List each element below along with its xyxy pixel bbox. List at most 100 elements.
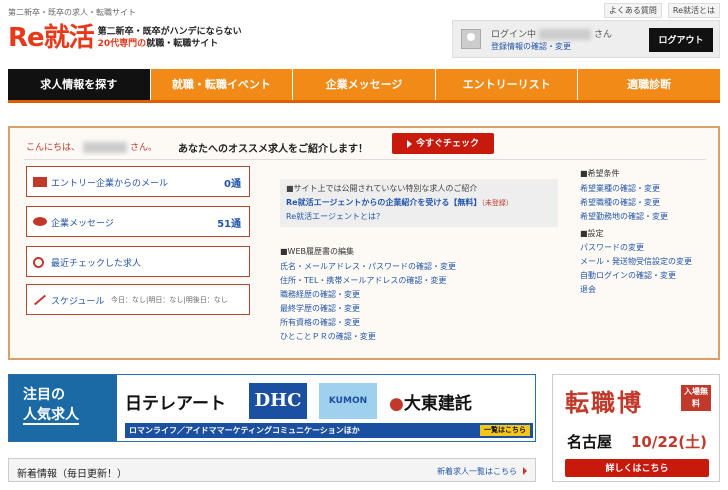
career-expo-banner[interactable]: 転職博 入場無料 名古屋 10/22(土) 詳しくはこちら: [552, 374, 720, 482]
unregistered-badge: （未登録）: [481, 199, 513, 207]
news-section: 新着情報（毎日更新！） 新着求人一覧はこちら: [8, 458, 536, 482]
logo-sub-line2-wrap: 20代専門の就職・転職サイト: [98, 38, 242, 50]
greet-prefix: こんにちは、: [26, 143, 81, 153]
blurred-name: [83, 142, 128, 153]
mail-icon: [33, 177, 47, 187]
link-password[interactable]: パスワードの変更: [580, 241, 692, 255]
link-job-type[interactable]: 希望職種の確認・変更: [580, 196, 668, 210]
company-logo-row: 日テレアート DHC KUMON ●大東建託: [125, 383, 497, 419]
settings-links: パスワードの変更 メール・発送物受信設定の変更 自動ログインの確認・変更 退会: [580, 241, 692, 297]
pen-icon: [33, 294, 47, 306]
logo-sub-line1: 第二新卒・既卒がハンデにならない: [97, 27, 242, 37]
link-work-history[interactable]: 職務経歴の確認・変更: [280, 288, 456, 302]
main-nav: 求人情報を探す 就職・転職イベント 企業メッセージ エントリーリスト 適職診断: [8, 69, 720, 103]
side-schedule[interactable]: スケジュール 今日：なし|明日：なし|明後日：なし: [26, 284, 250, 315]
link-mail-settings[interactable]: メール・発送物受信設定の変更: [580, 255, 692, 269]
nav-events[interactable]: 就職・転職イベント: [151, 69, 294, 100]
expo-city: 名古屋: [567, 433, 613, 451]
notice-heading: ■サイト上では公開されていない特別な求人のご紹介: [286, 184, 478, 193]
daito-mark-icon: ●: [389, 393, 404, 414]
clock-icon: [33, 257, 44, 268]
preferences-heading: ■希望条件: [580, 169, 620, 178]
nav-job-search[interactable]: 求人情報を探す: [8, 69, 151, 100]
side-recent-label: 最近チェックした求人: [51, 259, 142, 269]
about-link[interactable]: Re就活とは: [667, 3, 720, 18]
side-messages-label: 企業メッセージ: [51, 219, 114, 229]
banner-heading: 注目の 人気求人: [9, 375, 117, 441]
new-jobs-link[interactable]: 新着求人一覧はこちら: [437, 466, 517, 477]
greeting: こんにちは、 さん。: [26, 140, 157, 153]
featured-jobs-banner[interactable]: 注目の 人気求人 日テレアート DHC KUMON ●大東建託 ロマンライフ／ア…: [8, 374, 536, 442]
arrow-right-icon: [406, 139, 412, 148]
nav-aptitude[interactable]: 適職診断: [578, 69, 720, 100]
link-address-tel[interactable]: 住所・TEL・携帯メールアドレスの確認・変更: [280, 274, 456, 288]
message-icon: [33, 217, 47, 226]
link-industry[interactable]: 希望業種の確認・変更: [580, 182, 668, 196]
expo-date: 10/22(土): [631, 433, 707, 451]
link-qualifications[interactable]: 所有資格の確認・変更: [280, 316, 456, 330]
login-suffix: さん: [594, 30, 613, 40]
expo-free-badge: 入場無料: [681, 385, 711, 411]
link-pr[interactable]: ひとことＰＲの確認・変更: [280, 330, 456, 344]
check-now-button[interactable]: 今すぐチェック: [392, 133, 494, 154]
side-messages[interactable]: 企業メッセージ 51通: [26, 206, 250, 237]
logo-kumon: KUMON: [319, 383, 377, 419]
link-name-email[interactable]: 氏名・メールアドレス・パスワードの確認・変更: [280, 260, 456, 274]
logo-subtitle: 第二新卒・既卒がハンデにならない 20代専門の就職・転職サイト: [98, 26, 242, 50]
panel-divider: [24, 159, 706, 160]
preferences-links: 希望業種の確認・変更 希望職種の確認・変更 希望勤務地の確認・変更: [580, 182, 668, 224]
link-withdraw[interactable]: 退会: [580, 283, 692, 297]
logo-daito: ●大東建託: [389, 389, 497, 414]
banner-more-button[interactable]: 一覧はこちら: [480, 425, 530, 436]
blurred-username: [539, 29, 592, 40]
schedule-days: 今日：なし|明日：なし|明後日：なし: [111, 296, 228, 304]
side-mail-label: エントリー企業からのメール: [51, 179, 169, 189]
banner-company-list: ロマンライフ／アイドママーケティングコミュニケーションほか 一覧はこちら: [125, 423, 533, 438]
logo-sub-line2: 就職・転職サイト: [146, 39, 219, 49]
nav-entry-list[interactable]: エントリーリスト: [436, 69, 579, 100]
greet-suffix: さん。: [130, 143, 158, 153]
banner-companies: ロマンライフ／アイドママーケティングコミュニケーションほか: [129, 426, 360, 435]
banner-heading-line2: 人気求人: [23, 407, 79, 425]
avatar: [461, 29, 481, 49]
web-resume-links: 氏名・メールアドレス・パスワードの確認・変更 住所・TEL・携帯メールアドレスの…: [280, 260, 456, 344]
faq-link[interactable]: よくある質問: [603, 3, 662, 18]
login-status-label: ログイン中: [491, 30, 537, 40]
side-mail[interactable]: エントリー企業からのメール 0通: [26, 166, 250, 197]
link-location[interactable]: 希望勤務地の確認・変更: [580, 210, 668, 224]
banner-heading-line2-wrap: 人気求人: [23, 405, 117, 425]
check-now-label: 今すぐチェック: [415, 138, 479, 148]
top-links: よくある質問 Re就活とは: [603, 3, 720, 18]
expo-title-text: 転職博: [565, 389, 643, 417]
member-panel: こんにちは、 さん。 あなたへのオススメ求人をご紹介します！ 今すぐチェック エン…: [8, 126, 720, 360]
login-box: ログイン中 さん 登録情報の確認・変更 ログアウト: [452, 20, 720, 58]
expo-details-button[interactable]: 詳しくはこちら: [565, 459, 709, 477]
agent-about-link[interactable]: Re就活エージェントとは？: [286, 211, 552, 222]
site-tagline: 第二新卒・既卒の求人・転職サイト: [8, 8, 136, 17]
agent-notice: ■サイト上では公開されていない特別な求人のご紹介 Re就活エージェントからの企業…: [280, 179, 558, 227]
logo-telart: 日テレアート: [125, 393, 226, 414]
link-auto-login[interactable]: 自動ログインの確認・変更: [580, 269, 692, 283]
side-schedule-label: スケジュール: [51, 297, 105, 307]
site-logo[interactable]: Re就活 第二新卒・既卒がハンデにならない 20代専門の就職・転職サイト: [8, 24, 242, 52]
daito-name: 大東建託: [403, 393, 472, 414]
banner-heading-line1: 注目の: [23, 387, 65, 403]
logo-dhc: DHC: [249, 383, 307, 419]
side-recent[interactable]: 最近チェックした求人: [26, 246, 250, 277]
account-settings-link[interactable]: 登録情報の確認・変更: [491, 41, 571, 52]
mail-count: 0通: [224, 179, 241, 190]
settings-heading: ■設定: [580, 229, 604, 238]
nav-company-messages[interactable]: 企業メッセージ: [293, 69, 436, 100]
agent-signup-link[interactable]: Re就活エージェントからの企業紹介を受ける【無料】（未登録）: [286, 197, 552, 208]
link-education[interactable]: 最終学歴の確認・変更: [280, 302, 456, 316]
message-count: 51通: [217, 219, 241, 230]
telart-name: テレアート: [142, 393, 226, 414]
login-status: ログイン中 さん: [491, 27, 612, 40]
logo-sub-highlight: 20代専門の: [97, 39, 147, 49]
agent-signup-label: Re就活エージェントからの企業紹介を受ける【無料】: [286, 198, 482, 207]
web-resume-heading: ■WEB履歴書の編集: [280, 247, 355, 256]
arrow-right-icon: [523, 467, 527, 475]
logo-mark: Re就活: [8, 23, 95, 53]
expo-title: 転職博: [565, 383, 643, 418]
logout-button[interactable]: ログアウト: [649, 28, 713, 52]
